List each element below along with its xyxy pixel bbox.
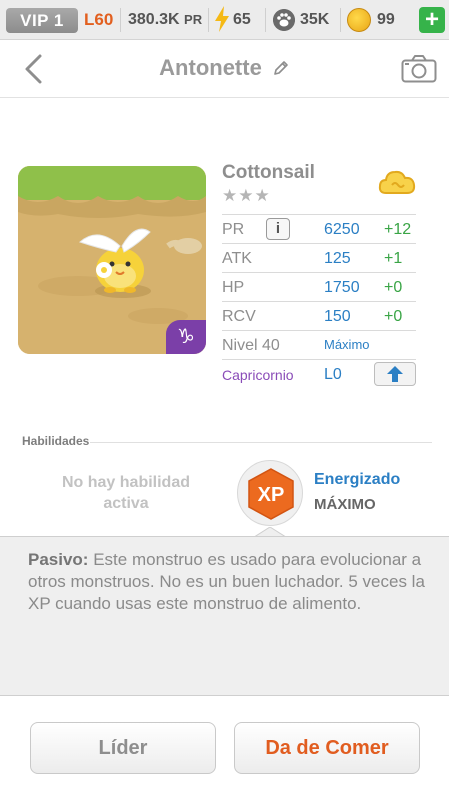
energy-value: 65 <box>233 11 251 28</box>
feed-button[interactable]: Da de Comer <box>234 722 420 774</box>
passive-skill-name: Energizado <box>314 471 401 488</box>
cloud-element-icon[interactable] <box>378 168 416 198</box>
divider <box>120 8 121 32</box>
paw-icon <box>273 9 295 31</box>
camera-icon[interactable] <box>401 54 437 84</box>
passive-skill-level: MÁXIMO <box>314 496 376 513</box>
level-label: Nivel 40 <box>222 337 280 354</box>
passive-text: Este monstruo es usado para evolucionar … <box>28 550 425 613</box>
stat-row-pr: PR i 6250 +12 <box>222 214 416 243</box>
passive-description: Pasivo: Este monstruo es usado para evol… <box>28 549 428 615</box>
monster-name: Cottonsail <box>222 162 315 183</box>
coin-icon <box>347 8 371 32</box>
zodiac-badge: ♑ <box>166 320 206 354</box>
monster-count: 35K <box>300 11 330 28</box>
monster-portrait[interactable]: ♑ <box>18 166 206 354</box>
divider <box>208 8 209 32</box>
leader-button[interactable]: Líder <box>30 722 216 774</box>
star-rating: ★★★ <box>222 186 271 205</box>
stat-bonus: +0 <box>384 279 403 296</box>
coin-value: 99 <box>377 11 395 28</box>
stat-value: 6250 <box>324 221 360 238</box>
status-bar: VIP 1 L60 380.3K PR 65 35K 99 + <box>0 0 449 40</box>
stat-bonus: +1 <box>384 250 403 267</box>
player-level: L60 <box>84 10 114 29</box>
arrow-up-icon <box>387 366 403 382</box>
header: Antonette <box>0 40 449 98</box>
power-unit: PR <box>184 12 203 27</box>
divider <box>340 8 341 32</box>
no-active-skill: No hay habilidad activa <box>61 474 190 512</box>
level-max: Máximo <box>324 337 370 352</box>
add-coins-button[interactable]: + <box>419 7 445 33</box>
divider <box>265 8 266 32</box>
passive-label: Pasivo: <box>28 550 89 569</box>
stat-label: RCV <box>222 308 256 325</box>
stat-row-zodiac: Capricornio L0 <box>222 359 416 388</box>
passive-description-panel: Pasivo: Este monstruo es usado para evol… <box>0 536 449 696</box>
stat-label: HP <box>222 279 245 296</box>
info-button[interactable]: i <box>266 218 290 240</box>
page-title-container: Antonette <box>0 55 449 81</box>
stat-row-level: Nivel 40 Máximo <box>222 330 416 359</box>
stat-row-atk: ATK 125 +1 <box>222 243 416 272</box>
monster-nickname[interactable]: Antonette <box>159 55 262 81</box>
stat-value: 1750 <box>324 279 360 296</box>
stat-row-rcv: RCV 150 +0 <box>222 301 416 330</box>
stat-bonus: +0 <box>384 308 403 325</box>
stat-value: 150 <box>324 308 351 325</box>
zodiac-label: Capricornio <box>222 367 294 383</box>
power-value: 380.3K <box>128 11 180 28</box>
stat-value: 125 <box>324 250 351 267</box>
abilities-divider <box>90 442 432 443</box>
power-stat: 380.3K PR <box>128 11 202 29</box>
stat-label: PR <box>222 221 245 238</box>
energy-icon <box>215 6 229 32</box>
abilities-title: Habilidades <box>22 434 90 448</box>
passive-skill-badge[interactable]: XP <box>237 460 303 526</box>
xp-badge-text: XP <box>258 484 285 506</box>
zodiac-level: L0 <box>324 366 342 383</box>
vip-badge[interactable]: VIP 1 <box>6 8 78 33</box>
stat-row-hp: HP 1750 +0 <box>222 272 416 301</box>
stat-label: ATK <box>222 250 252 267</box>
stat-bonus: +12 <box>384 221 412 238</box>
edit-pencil-icon[interactable] <box>272 59 290 77</box>
zodiac-upgrade-button[interactable] <box>374 362 416 386</box>
xp-hexagon-icon: XP <box>248 468 294 520</box>
